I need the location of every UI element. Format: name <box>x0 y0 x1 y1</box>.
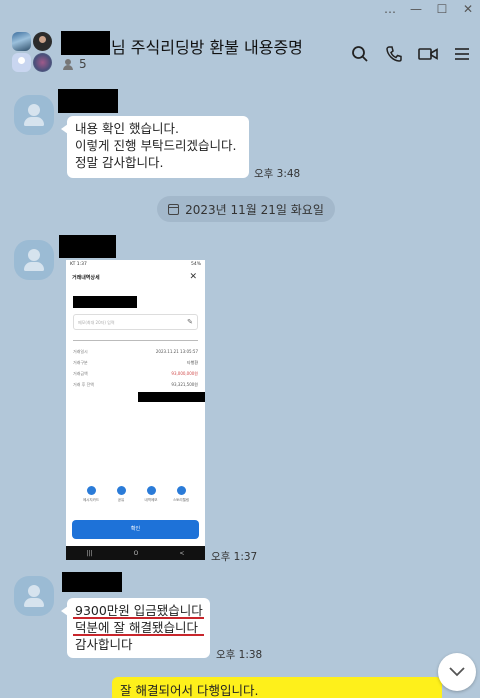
chat-header: 님 주식리딩방 환불 내용증명 5 <box>0 0 480 82</box>
confirm-button: 확인 <box>72 520 199 539</box>
redacted-sender-name <box>58 89 118 113</box>
phone-nav-bar: ||| O < <box>66 546 205 560</box>
red-underline <box>73 634 204 636</box>
scroll-to-bottom-button[interactable] <box>438 653 476 691</box>
menu-icon[interactable] <box>452 44 472 64</box>
divider <box>73 340 198 341</box>
detail-value: 93,000,000원 <box>171 371 198 376</box>
image-message[interactable]: KT 1:37 54% 거래내역상세 ✕ 메모(최대 20자) 입력 ✎ 거래일… <box>66 260 205 560</box>
quick-action: 공유 <box>110 486 132 503</box>
member-avatar <box>12 53 31 72</box>
detail-label: 거래 후 잔액 <box>73 382 94 387</box>
message-time: 오후 1:37 <box>211 551 258 563</box>
detail-value: 타행환 <box>186 360 198 365</box>
back-icon: < <box>179 549 185 557</box>
message-time: 오후 3:48 <box>254 168 301 180</box>
message-line: 감사합니다 <box>75 637 133 652</box>
redacted-sender-name <box>62 572 122 592</box>
message-card-icon <box>86 486 96 495</box>
detail-value: 2023.11.21 13:05:57 <box>155 349 198 354</box>
sender-avatar[interactable] <box>14 576 54 616</box>
date-divider: 2023년 11월 21일 화요일 <box>157 196 335 222</box>
member-count[interactable]: 5 <box>63 57 87 71</box>
quick-action: 내역메모 <box>140 486 162 503</box>
person-icon <box>63 58 73 70</box>
redacted-sender-name <box>59 235 116 258</box>
quick-action: 메시지카드 <box>80 486 102 503</box>
date-divider-text: 2023년 11월 21일 화요일 <box>185 202 324 217</box>
memo-placeholder: 메모(최대 20자) 입력 <box>78 320 115 325</box>
group-avatar[interactable] <box>12 32 54 74</box>
member-count-value: 5 <box>79 57 87 71</box>
phone-icon[interactable] <box>384 44 404 64</box>
message-line: 내용 확인 했습니다. <box>75 121 179 136</box>
status-left: KT 1:37 <box>70 262 87 267</box>
chat-title: 님 주식리딩방 환불 내용증명 <box>111 38 303 57</box>
member-avatar <box>12 32 31 51</box>
header-actions <box>350 44 472 64</box>
detail-label: 거래구분 <box>73 360 88 365</box>
message-bubble[interactable]: 9300만원 입금됐습니다 덕분에 잘 해결됐습니다 감사합니다 <box>61 598 210 658</box>
sender-avatar[interactable] <box>14 95 54 135</box>
home-icon: O <box>133 549 139 557</box>
video-call-icon[interactable] <box>418 44 438 64</box>
detail-row: 거래 후 잔액 93,321,500원 <box>73 382 198 390</box>
redacted-account <box>73 296 137 308</box>
message-line: 정말 감사합니다. <box>75 155 164 170</box>
detail-row: 거래구분 타행환 <box>73 360 198 368</box>
member-avatar <box>33 53 52 72</box>
detail-label: 거래금액 <box>73 371 88 376</box>
memo-icon <box>146 486 156 495</box>
message-bubble[interactable]: 내용 확인 했습니다. 이렇게 진행 부탁드리겠습니다. 정말 감사합니다. <box>61 116 249 178</box>
phone-status-bar: KT 1:37 54% <box>66 260 205 270</box>
quick-actions: 메시지카드 공유 내역메모 스토리텔링 <box>80 486 192 503</box>
message-time: 오후 1:38 <box>216 649 263 661</box>
sender-avatar[interactable] <box>14 240 54 280</box>
red-underline <box>73 617 204 619</box>
story-icon <box>176 486 186 495</box>
member-avatar <box>33 32 52 51</box>
detail-label: 거래일시 <box>73 349 88 354</box>
redacted-detail <box>138 392 205 402</box>
my-message-bubble[interactable]: 잘 해결되어서 다행입니다. <box>112 677 442 698</box>
detail-row: 거래금액 93,000,000원 <box>73 371 198 379</box>
search-icon[interactable] <box>350 44 370 64</box>
status-right: 54% <box>190 262 201 267</box>
chevron-down-icon <box>449 667 465 677</box>
detail-value: 93,321,500원 <box>171 382 198 387</box>
quick-action: 스토리텔링 <box>170 486 192 503</box>
recent-apps-icon: ||| <box>86 549 93 557</box>
transaction-title: 거래내역상세 <box>72 275 100 281</box>
calendar-icon <box>168 203 180 215</box>
redacted-name <box>61 31 110 55</box>
pencil-icon: ✎ <box>187 318 193 326</box>
detail-row: 거래일시 2023.11.21 13:05:57 <box>73 349 198 357</box>
memo-input: 메모(최대 20자) 입력 ✎ <box>73 314 198 330</box>
share-icon <box>116 486 126 495</box>
close-icon: ✕ <box>189 272 197 282</box>
message-line: 이렇게 진행 부탁드리겠습니다. <box>75 138 237 153</box>
